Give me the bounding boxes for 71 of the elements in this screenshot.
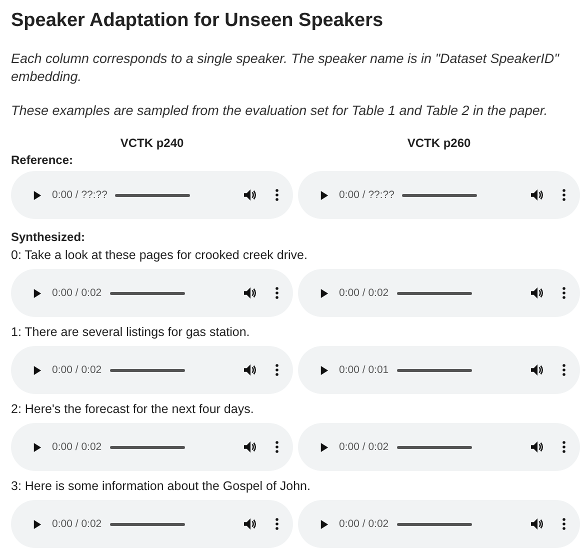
seek-slider[interactable] <box>396 368 472 372</box>
audio-player[interactable]: 0:00 / ??:?? <box>11 171 293 219</box>
more-options-icon[interactable] <box>275 287 279 299</box>
play-icon[interactable] <box>33 442 42 452</box>
more-options-icon[interactable] <box>562 364 566 376</box>
more-options-icon[interactable] <box>562 189 566 201</box>
audio-player[interactable]: 0:00 / 0:02 <box>11 346 293 394</box>
seek-slider[interactable] <box>115 194 190 196</box>
play-icon[interactable] <box>320 288 329 298</box>
seek-slider[interactable] <box>396 292 472 294</box>
speaker-heading: VCTK p260 <box>407 136 471 150</box>
volume-icon[interactable] <box>244 518 257 530</box>
time-display: 0:00 / 0:02 <box>52 287 102 299</box>
time-display: 0:00 / ??:?? <box>52 189 108 201</box>
description-text: These examples are sampled from the evaluation set for Table 1 and Table 2 in the paper. <box>11 102 549 120</box>
more-options-icon[interactable] <box>562 441 566 453</box>
more-options-icon[interactable] <box>275 189 279 201</box>
volume-icon[interactable] <box>531 518 544 530</box>
time-display: 0:00 / 0:02 <box>339 287 389 299</box>
more-options-icon[interactable] <box>562 518 566 530</box>
play-icon[interactable] <box>33 518 42 530</box>
audio-player[interactable]: 0:00 / 0:02 <box>11 423 293 471</box>
more-options-icon[interactable] <box>562 287 566 299</box>
more-options-icon[interactable] <box>275 364 279 376</box>
seek-slider[interactable] <box>396 446 472 448</box>
section-label: Synthesized: <box>11 230 86 244</box>
volume-icon[interactable] <box>244 441 257 453</box>
volume-icon[interactable] <box>244 364 257 376</box>
volume-icon[interactable] <box>531 189 544 201</box>
seek-slider[interactable] <box>110 368 185 372</box>
speaker-heading: VCTK p240 <box>120 136 184 150</box>
volume-icon[interactable] <box>244 189 257 201</box>
audio-player[interactable]: 0:00 / 0:01 <box>298 346 580 394</box>
play-icon[interactable] <box>320 442 329 452</box>
audio-player[interactable]: 0:00 / 0:02 <box>298 500 580 548</box>
seek-slider[interactable] <box>110 446 185 448</box>
sentence-text: 3: Here is some information about the Gospel of John. <box>11 479 312 493</box>
play-icon[interactable] <box>33 190 42 200</box>
seek-slider[interactable] <box>396 522 472 526</box>
time-display: 0:00 / 0:02 <box>52 518 102 530</box>
volume-icon[interactable] <box>244 287 257 299</box>
volume-icon[interactable] <box>531 364 544 376</box>
more-options-icon[interactable] <box>275 518 279 530</box>
play-icon[interactable] <box>33 288 42 298</box>
volume-icon[interactable] <box>531 441 544 453</box>
play-icon[interactable] <box>33 364 42 376</box>
time-display: 0:00 / 0:01 <box>339 364 389 376</box>
audio-player[interactable]: 0:00 / 0:02 <box>298 423 580 471</box>
time-display: 0:00 / 0:02 <box>339 441 389 453</box>
seek-slider[interactable] <box>110 292 185 294</box>
play-icon[interactable] <box>320 518 329 530</box>
description-text: Each column corresponds to a single speaker. The speaker name is in "Dataset SpeakerID" embedding. <box>11 50 560 86</box>
time-display: 0:00 / ??:?? <box>339 189 394 201</box>
audio-player[interactable]: 0:00 / 0:02 <box>11 269 293 317</box>
time-display: 0:00 / 0:02 <box>52 364 102 376</box>
more-options-icon[interactable] <box>275 441 279 453</box>
sentence-text: 0: Take a look at these pages for crooked creek drive. <box>11 248 308 262</box>
page-title: Speaker Adaptation for Unseen Speakers <box>11 10 384 32</box>
volume-icon[interactable] <box>531 287 544 299</box>
sentence-text: 2: Here's the forecast for the next four days. <box>11 402 255 416</box>
seek-slider[interactable] <box>110 522 185 526</box>
play-icon[interactable] <box>320 364 329 376</box>
audio-player[interactable]: 0:00 / 0:02 <box>11 500 293 548</box>
audio-player[interactable]: 0:00 / 0:02 <box>298 269 580 317</box>
play-icon[interactable] <box>320 190 329 200</box>
seek-slider[interactable] <box>402 194 478 196</box>
audio-player[interactable]: 0:00 / ??:?? <box>298 171 580 219</box>
time-display: 0:00 / 0:02 <box>339 518 389 530</box>
section-label: Reference: <box>11 153 74 167</box>
time-display: 0:00 / 0:02 <box>52 441 102 453</box>
sentence-text: 1: There are several listings for gas station. <box>11 325 251 339</box>
